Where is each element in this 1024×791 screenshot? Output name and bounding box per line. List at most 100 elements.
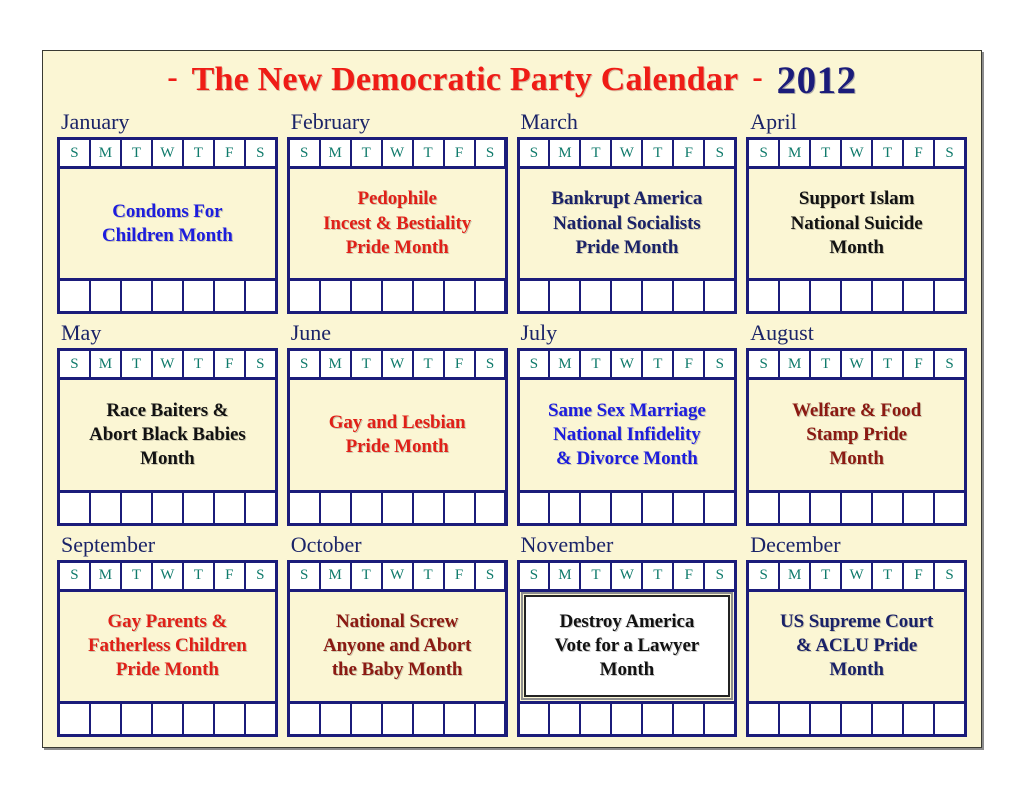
- day-cell[interactable]: [749, 703, 779, 734]
- day-cell[interactable]: [780, 281, 810, 312]
- day-cell[interactable]: [382, 492, 412, 523]
- day-cell[interactable]: [705, 492, 735, 523]
- day-cell[interactable]: [320, 703, 350, 734]
- day-cell[interactable]: [289, 492, 319, 523]
- day-cell[interactable]: [935, 703, 964, 734]
- day-cell[interactable]: [612, 281, 642, 312]
- day-cell[interactable]: [152, 703, 182, 734]
- day-cell[interactable]: [413, 281, 443, 312]
- day-cell[interactable]: [413, 703, 443, 734]
- day-cell[interactable]: [413, 492, 443, 523]
- day-cell[interactable]: [780, 492, 810, 523]
- highlight-plaque-november: Destroy America Vote for a Lawyer Month: [520, 591, 734, 700]
- day-cell[interactable]: [811, 492, 841, 523]
- day-cell[interactable]: [780, 703, 810, 734]
- day-header-cell: S: [289, 351, 319, 378]
- day-cell[interactable]: [842, 492, 872, 523]
- day-cell[interactable]: [444, 703, 474, 734]
- day-cell[interactable]: [214, 492, 244, 523]
- day-cell[interactable]: [444, 492, 474, 523]
- day-cell[interactable]: [245, 492, 275, 523]
- day-cell[interactable]: [749, 492, 779, 523]
- day-cell[interactable]: [550, 281, 580, 312]
- day-cell[interactable]: [152, 281, 182, 312]
- day-cell[interactable]: [382, 703, 412, 734]
- day-cell[interactable]: [550, 703, 580, 734]
- day-cell[interactable]: [519, 281, 549, 312]
- day-header-cell: M: [90, 140, 120, 166]
- day-cell[interactable]: [351, 703, 381, 734]
- day-cell[interactable]: [904, 281, 934, 312]
- day-cell[interactable]: [811, 703, 841, 734]
- day-cell[interactable]: [60, 281, 89, 312]
- day-cell[interactable]: [749, 281, 779, 312]
- day-cell[interactable]: [183, 492, 213, 523]
- day-cell[interactable]: [214, 281, 244, 312]
- month-december: December S M T W T F S US Supreme Court & ACLU P…: [746, 532, 967, 737]
- day-header-cell: W: [382, 351, 412, 378]
- month-box-july: S M T W T F S Same Sex Marriage National Infide…: [516, 348, 738, 526]
- month-box-october: S M T W T F S National Screw Anyone and Abort t…: [286, 559, 508, 737]
- day-cell[interactable]: [183, 703, 213, 734]
- day-cell[interactable]: [643, 703, 673, 734]
- day-cell[interactable]: [705, 703, 735, 734]
- day-cell[interactable]: [612, 492, 642, 523]
- day-cell[interactable]: [475, 703, 505, 734]
- day-cell[interactable]: [519, 492, 549, 523]
- day-header-cell: W: [382, 562, 412, 589]
- day-cell[interactable]: [121, 703, 151, 734]
- calendar-year: 2012: [776, 58, 857, 102]
- day-cell[interactable]: [643, 492, 673, 523]
- day-cell[interactable]: [519, 703, 549, 734]
- month-slogan-february: Pedophile Incest & Bestiality Pride Mont…: [323, 188, 472, 258]
- day-cell[interactable]: [842, 703, 872, 734]
- day-cell[interactable]: [245, 703, 275, 734]
- day-cell[interactable]: [152, 492, 182, 523]
- day-cell[interactable]: [904, 703, 934, 734]
- day-cell[interactable]: [811, 281, 841, 312]
- day-cell[interactable]: [60, 492, 89, 523]
- day-cell[interactable]: [475, 492, 505, 523]
- day-cell[interactable]: [214, 703, 244, 734]
- day-cell[interactable]: [643, 281, 673, 312]
- day-cell[interactable]: [935, 281, 964, 312]
- day-cell[interactable]: [289, 281, 319, 312]
- day-cell[interactable]: [121, 492, 151, 523]
- day-cell[interactable]: [475, 281, 505, 312]
- day-cell[interactable]: [351, 492, 381, 523]
- day-cell[interactable]: [60, 703, 89, 734]
- day-cell[interactable]: [873, 281, 903, 312]
- day-cell[interactable]: [581, 281, 611, 312]
- day-cell[interactable]: [873, 703, 903, 734]
- day-cell[interactable]: [245, 281, 275, 312]
- month-box-june: S M T W T F S Gay and Lesbian Pride Month: [286, 348, 508, 526]
- day-cell[interactable]: [121, 281, 151, 312]
- day-cell[interactable]: [320, 281, 350, 312]
- month-june: June S M T W T F S Gay and Lesbian Pride Month: [286, 320, 508, 526]
- day-cell[interactable]: [674, 281, 704, 312]
- day-cell[interactable]: [320, 492, 350, 523]
- day-cell[interactable]: [842, 281, 872, 312]
- day-header-cell: M: [90, 351, 120, 378]
- month-label-october: October: [290, 531, 362, 557]
- day-cell[interactable]: [183, 281, 213, 312]
- day-cell[interactable]: [382, 281, 412, 312]
- day-cell[interactable]: [904, 492, 934, 523]
- day-cell[interactable]: [90, 281, 120, 312]
- day-cell[interactable]: [581, 492, 611, 523]
- day-cell[interactable]: [705, 281, 735, 312]
- day-header-cell: W: [152, 351, 182, 378]
- day-cell[interactable]: [90, 703, 120, 734]
- day-cell[interactable]: [90, 492, 120, 523]
- day-cell[interactable]: [935, 492, 964, 523]
- day-cell[interactable]: [873, 492, 903, 523]
- day-cell[interactable]: [581, 703, 611, 734]
- day-cell[interactable]: [550, 492, 580, 523]
- day-cell[interactable]: [674, 703, 704, 734]
- day-cell[interactable]: [289, 703, 319, 734]
- day-header-cell: S: [289, 562, 319, 589]
- day-cell[interactable]: [612, 703, 642, 734]
- day-cell[interactable]: [674, 492, 704, 523]
- day-cell[interactable]: [351, 281, 381, 312]
- day-cell[interactable]: [444, 281, 474, 312]
